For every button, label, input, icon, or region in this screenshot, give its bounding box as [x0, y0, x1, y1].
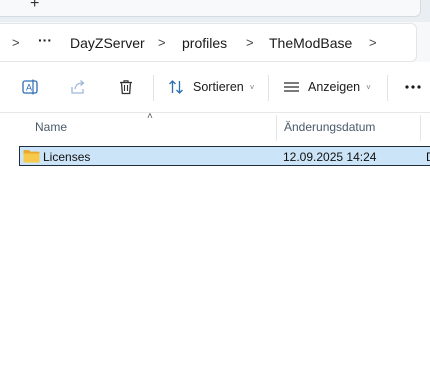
breadcrumb[interactable]: > ··· DayZServer > profiles > TheModBase…: [0, 23, 417, 62]
file-type: D: [426, 150, 430, 164]
file-date: 12.09.2025 14:24: [283, 150, 377, 164]
svg-text:A: A: [26, 83, 32, 93]
breadcrumb-more-button[interactable]: ···: [38, 32, 52, 48]
chevron-down-icon: ˅: [249, 82, 255, 92]
rename-button[interactable]: A: [14, 62, 46, 112]
breadcrumb-separator[interactable]: >: [246, 35, 254, 50]
chevron-down-icon: ˅: [366, 82, 371, 92]
folder-icon: [23, 150, 40, 163]
more-icon: [405, 85, 421, 89]
column-divider[interactable]: [420, 115, 421, 141]
rename-icon: A: [22, 79, 38, 95]
more-options-button[interactable]: [398, 62, 428, 112]
command-bar: A Sortieren ˅ Anzeigen ˅: [0, 62, 430, 113]
breadcrumb-separator[interactable]: >: [158, 35, 166, 50]
view-list-icon: [284, 82, 299, 92]
trash-icon: [120, 80, 132, 95]
share-icon: [71, 80, 85, 94]
breadcrumb-item-themodbase[interactable]: TheModBase: [269, 35, 352, 51]
breadcrumb-item-profiles[interactable]: profiles: [182, 35, 227, 51]
view-button[interactable]: Anzeigen ˅: [283, 62, 379, 112]
toolbar-separator: [153, 75, 154, 101]
file-row[interactable]: Licenses 12.09.2025 14:24 D: [19, 146, 430, 166]
column-divider[interactable]: [276, 115, 277, 141]
breadcrumb-separator[interactable]: >: [369, 35, 377, 50]
new-tab-button[interactable]: +: [30, 0, 39, 13]
active-tab-fragment[interactable]: +: [0, 0, 421, 17]
share-button[interactable]: [62, 62, 94, 112]
breadcrumb-item-dayzserver[interactable]: DayZServer: [70, 35, 145, 51]
breadcrumb-expand-chevron[interactable]: >: [12, 35, 20, 50]
column-header-name[interactable]: Name: [35, 120, 67, 134]
view-label: Anzeigen: [308, 80, 361, 94]
toolbar-separator: [387, 75, 388, 101]
toolbar-separator: [268, 75, 269, 101]
sort-button[interactable]: Sortieren ˅: [168, 62, 264, 112]
tab-strip: +: [0, 0, 430, 22]
column-header-row: ˄ Name Änderungsdatum: [0, 111, 430, 141]
column-header-date[interactable]: Änderungsdatum: [284, 120, 375, 134]
delete-button[interactable]: [110, 62, 142, 112]
address-bar: > ··· DayZServer > profiles > TheModBase…: [0, 22, 430, 62]
file-name: Licenses: [43, 150, 91, 164]
sort-label: Sortieren: [193, 80, 244, 94]
sort-icon: [169, 80, 183, 94]
sort-indicator-icon: ˄: [147, 111, 153, 122]
